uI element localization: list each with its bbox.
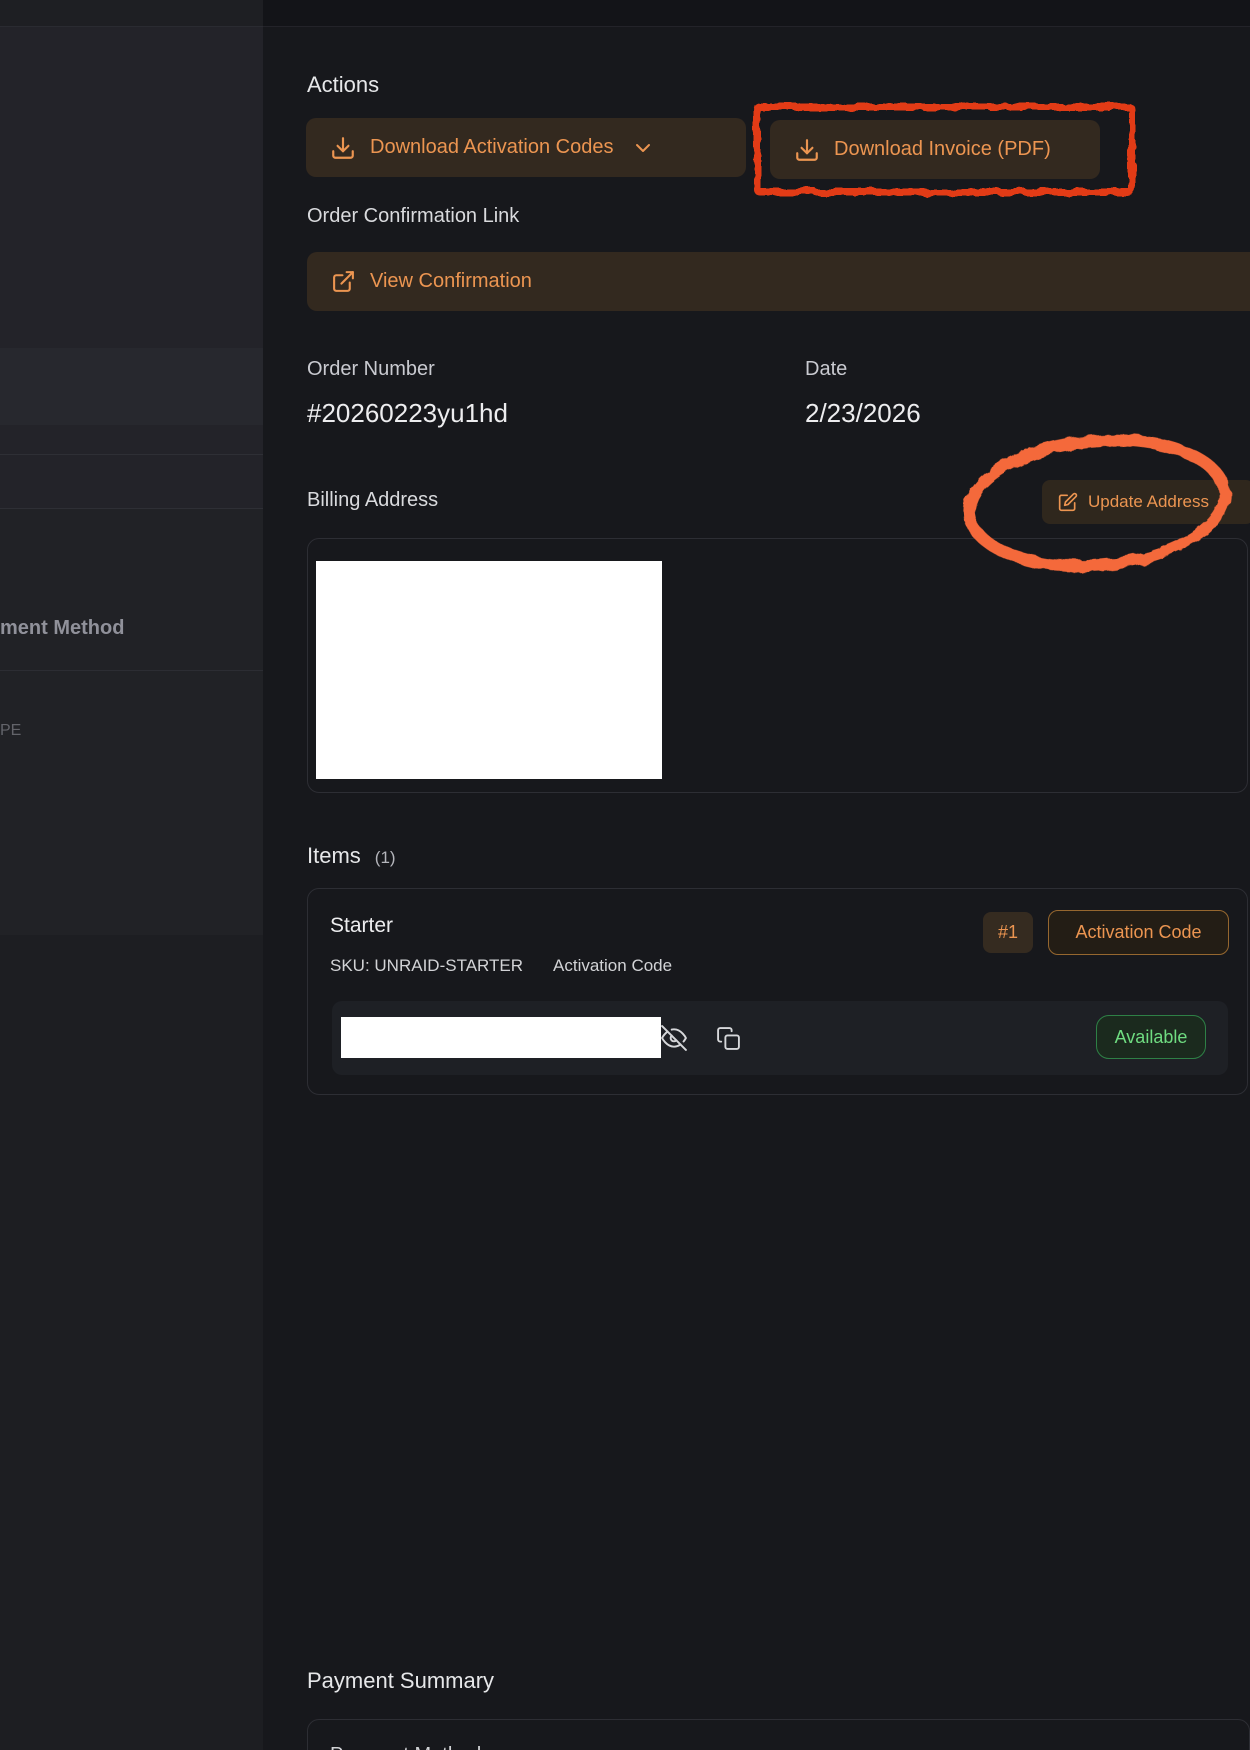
sidebar-pe-label: PE: [0, 722, 21, 740]
sidebar-section-payment-method: ment Method: [0, 509, 263, 671]
items-heading: Items (1): [307, 843, 396, 869]
chevron-down-icon: [631, 136, 655, 160]
item-kind: Activation Code: [553, 956, 672, 976]
items-count: (1): [375, 848, 396, 868]
sidebar: ment Method PE: [0, 0, 263, 1750]
edit-pencil-icon: [1058, 492, 1078, 512]
view-confirmation-button[interactable]: View Confirmation: [307, 252, 1250, 311]
download-activation-codes-label: Download Activation Codes: [370, 136, 613, 159]
sidebar-row[interactable]: [0, 425, 263, 455]
download-icon: [794, 137, 820, 163]
code-status-badge: Available: [1096, 1015, 1206, 1059]
billing-address-heading: Billing Address: [307, 489, 438, 512]
order-number-label: Order Number: [307, 358, 435, 381]
sidebar-selected-row[interactable]: [0, 348, 263, 425]
item-index-badge: #1: [983, 912, 1033, 953]
toggle-code-visibility-button[interactable]: [660, 1024, 688, 1052]
payment-method-label: Payment Method: [330, 1744, 481, 1750]
external-link-icon: [331, 269, 356, 294]
item-sku-row: SKU: UNRAID-STARTER Activation Code: [330, 956, 672, 976]
sidebar-row[interactable]: [0, 455, 263, 509]
download-invoice-label: Download Invoice (PDF): [834, 138, 1051, 161]
redacted-billing-address: [316, 561, 662, 779]
update-address-label: Update Address: [1088, 492, 1209, 512]
order-date-value: 2/23/2026: [805, 398, 921, 429]
payment-summary-heading: Payment Summary: [307, 1668, 494, 1694]
order-details-page: ment Method PE Actions Download Activati…: [0, 0, 1250, 1750]
copy-code-button[interactable]: [714, 1024, 742, 1052]
sidebar-payment-method-label: ment Method: [0, 617, 124, 640]
order-confirmation-link-heading: Order Confirmation Link: [307, 205, 519, 228]
view-confirmation-label: View Confirmation: [370, 270, 532, 293]
copy-icon: [716, 1026, 741, 1051]
billing-address-card: [307, 538, 1248, 793]
item-sku: SKU: UNRAID-STARTER: [330, 956, 523, 976]
sidebar-section-lower: PE: [0, 671, 263, 935]
item-name: Starter: [330, 914, 393, 938]
order-number-value: #20260223yu1hd: [307, 398, 508, 429]
item-card: Starter SKU: UNRAID-STARTER Activation C…: [307, 888, 1248, 1095]
eye-off-icon: [661, 1025, 687, 1051]
sidebar-panel-upper: [0, 27, 263, 348]
download-invoice-button[interactable]: Download Invoice (PDF): [770, 120, 1100, 179]
sidebar-top-strip: [0, 0, 263, 27]
activation-code-row: Available: [332, 1001, 1228, 1075]
download-icon: [330, 135, 356, 161]
payment-summary-card: Payment Method: [307, 1719, 1250, 1750]
items-heading-label: Items: [307, 843, 361, 869]
update-address-button[interactable]: Update Address: [1042, 480, 1250, 524]
top-bar: [263, 0, 1250, 27]
actions-heading: Actions: [307, 72, 379, 98]
item-type-badge: Activation Code: [1048, 910, 1229, 955]
redacted-activation-code: [341, 1017, 661, 1058]
order-date-label: Date: [805, 358, 847, 381]
download-activation-codes-button[interactable]: Download Activation Codes: [306, 118, 746, 177]
